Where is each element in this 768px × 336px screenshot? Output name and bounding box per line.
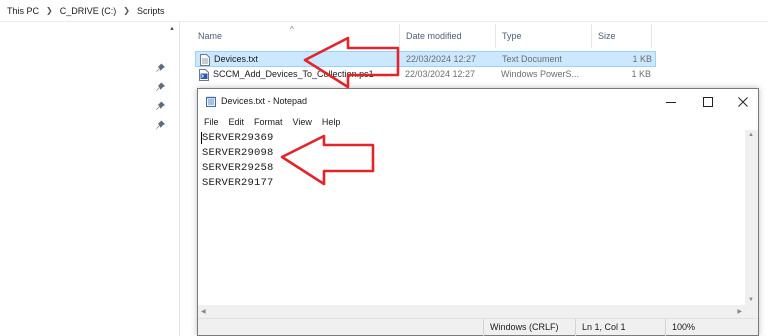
close-button[interactable] — [726, 89, 760, 114]
file-type: Text Document — [502, 54, 563, 64]
text-line: SERVER29098 — [202, 147, 274, 159]
column-headers: Name Date modified Type Size — [180, 24, 768, 48]
maximize-icon — [703, 96, 713, 107]
menu-help[interactable]: Help — [322, 117, 341, 127]
menu-view[interactable]: View — [293, 117, 312, 127]
arrow-pointing-at-server-list — [280, 134, 375, 186]
breadcrumb-c-drive[interactable]: C_DRIVE (C:) — [60, 6, 117, 16]
pin-icon[interactable] — [156, 101, 165, 111]
window-title: Devices.txt - Notepad — [221, 96, 308, 106]
sort-ascending-icon: ^ — [290, 25, 294, 34]
text-line: SERVER29177 — [202, 177, 274, 189]
file-row-sccm-script[interactable]: SCCM_Add_Devices_To_Collection.ps1 22/03… — [195, 67, 656, 83]
maximize-button[interactable] — [691, 89, 725, 114]
vertical-scrollbar[interactable]: ▲ ▼ — [745, 130, 758, 305]
file-date: 22/03/2024 12:27 — [405, 69, 476, 79]
chevron-right-icon[interactable]: ❯ — [46, 6, 53, 15]
pin-icon[interactable] — [156, 82, 165, 92]
scroll-up-icon[interactable]: ▲ — [169, 26, 175, 32]
scroll-right-icon[interactable]: ▶ — [737, 308, 742, 315]
breadcrumb-this-pc[interactable]: This PC — [7, 6, 39, 16]
minimize-button[interactable] — [654, 89, 688, 114]
pin-icon[interactable] — [156, 120, 165, 130]
file-size: 1 KB — [631, 69, 651, 79]
status-cursor-position: Ln 1, Col 1 — [575, 319, 665, 336]
menu-edit[interactable]: Edit — [229, 117, 245, 127]
menu-file[interactable]: File — [204, 117, 219, 127]
menu-format[interactable]: Format — [254, 117, 283, 127]
chevron-right-icon[interactable]: ❯ — [123, 6, 130, 15]
column-header-date[interactable]: Date modified — [400, 24, 496, 48]
file-type: Windows PowerS... — [501, 69, 580, 79]
status-line-ending: Windows (CRLF) — [483, 319, 575, 336]
arrow-pointing-at-devices-file — [303, 36, 400, 89]
minimize-icon — [666, 101, 676, 103]
column-header-type[interactable]: Type — [496, 24, 592, 48]
notepad-title-bar[interactable]: Devices.txt - Notepad — [198, 89, 758, 114]
notepad-window[interactable]: Devices.txt - Notepad File Edit Format V… — [197, 88, 759, 336]
status-bar: Windows (CRLF) Ln 1, Col 1 100% — [198, 318, 758, 336]
scroll-down-icon[interactable]: ▼ — [748, 297, 754, 303]
close-icon — [738, 96, 748, 107]
breadcrumb-scripts[interactable]: Scripts — [137, 6, 165, 16]
breadcrumb: This PC ❯ C_DRIVE (C:) ❯ Scripts — [0, 0, 768, 22]
file-date: 22/03/2024 12:27 — [406, 54, 477, 64]
scroll-up-icon[interactable]: ▲ — [748, 132, 754, 138]
text-line: SERVER29258 — [202, 162, 274, 174]
scrollbar-corner — [745, 305, 758, 318]
text-line: SERVER29369 — [202, 132, 274, 144]
text-file-icon — [200, 54, 210, 66]
scroll-left-icon[interactable]: ◀ — [201, 308, 206, 315]
powershell-file-icon — [199, 69, 209, 81]
navigation-pane[interactable] — [0, 22, 180, 336]
notepad-icon — [206, 96, 216, 107]
file-row-devices[interactable]: Devices.txt 22/03/2024 12:27 Text Docume… — [195, 51, 656, 67]
status-zoom: 100% — [665, 319, 758, 336]
menu-bar: File Edit Format View Help — [198, 114, 350, 130]
file-size: 1 KB — [632, 54, 652, 64]
column-header-size[interactable]: Size — [592, 24, 652, 48]
pin-icon[interactable] — [156, 63, 165, 73]
horizontal-scrollbar[interactable]: ◀ ▶ — [198, 305, 745, 318]
